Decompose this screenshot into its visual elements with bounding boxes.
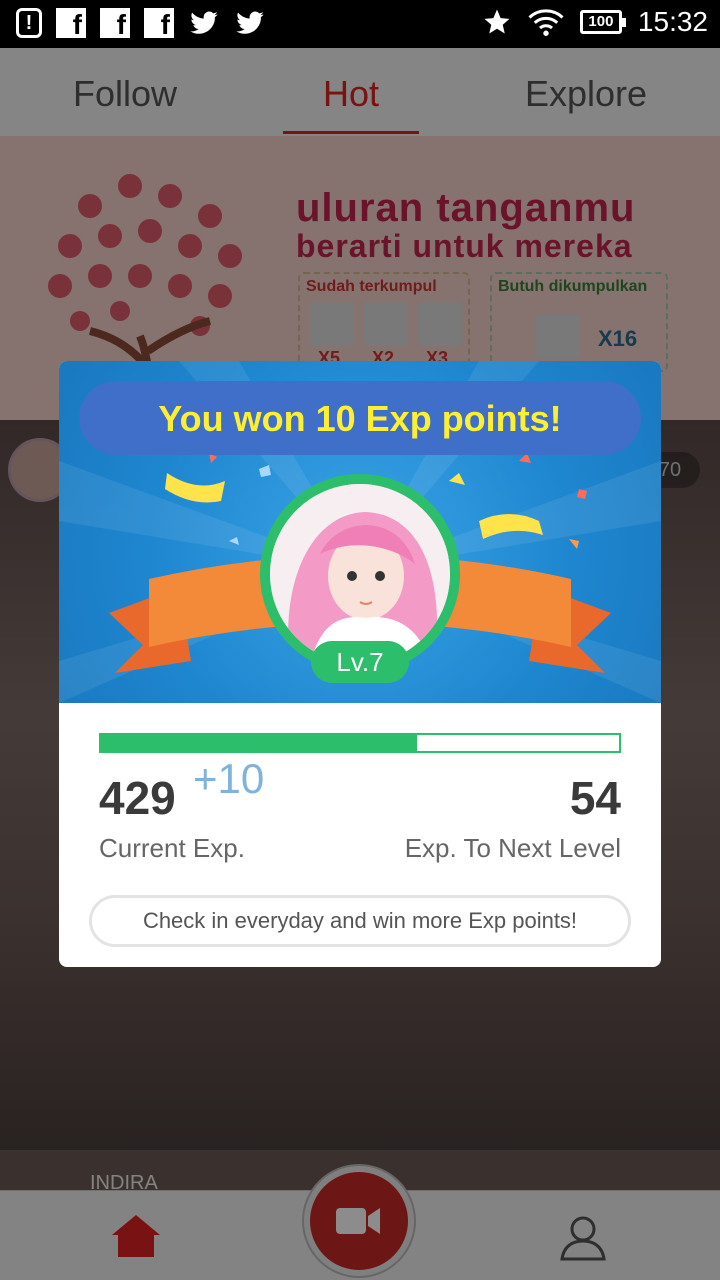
dialog-title: You won 10 Exp points! [79,381,641,455]
dialog-header: You won 10 Exp points! Lv.7 [59,361,661,703]
exp-progress-bar [99,733,621,753]
exp-gain: +10 [193,755,265,802]
current-exp-value: 429 [99,772,176,824]
status-bar: ! f f f 100 15:32 [0,0,720,48]
facebook-icon: f [144,8,174,40]
notification-icon: ! [16,8,42,38]
exp-to-next-label: Exp. To Next Level [404,833,621,863]
clock: 15:32 [637,6,708,37]
exp-reward-dialog: You won 10 Exp points! Lv.7 429 +10 54 C… [59,361,661,967]
exp-to-next-value: 54 [569,772,621,824]
facebook-icon: f [100,8,130,40]
twitter-icon [190,11,218,34]
checkin-hint-button[interactable]: Check in everyday and win more Exp point… [89,895,631,947]
battery-icon: 100 [579,10,626,34]
twitter-icon [236,11,264,34]
current-exp-label: Current Exp. [99,833,245,863]
exp-progress-fill [101,735,417,751]
wifi-icon [528,9,564,36]
level-badge: Lv.7 [311,641,409,683]
user-avatar-image [270,484,450,664]
facebook-icon: f [56,8,86,40]
star-icon [484,9,510,34]
